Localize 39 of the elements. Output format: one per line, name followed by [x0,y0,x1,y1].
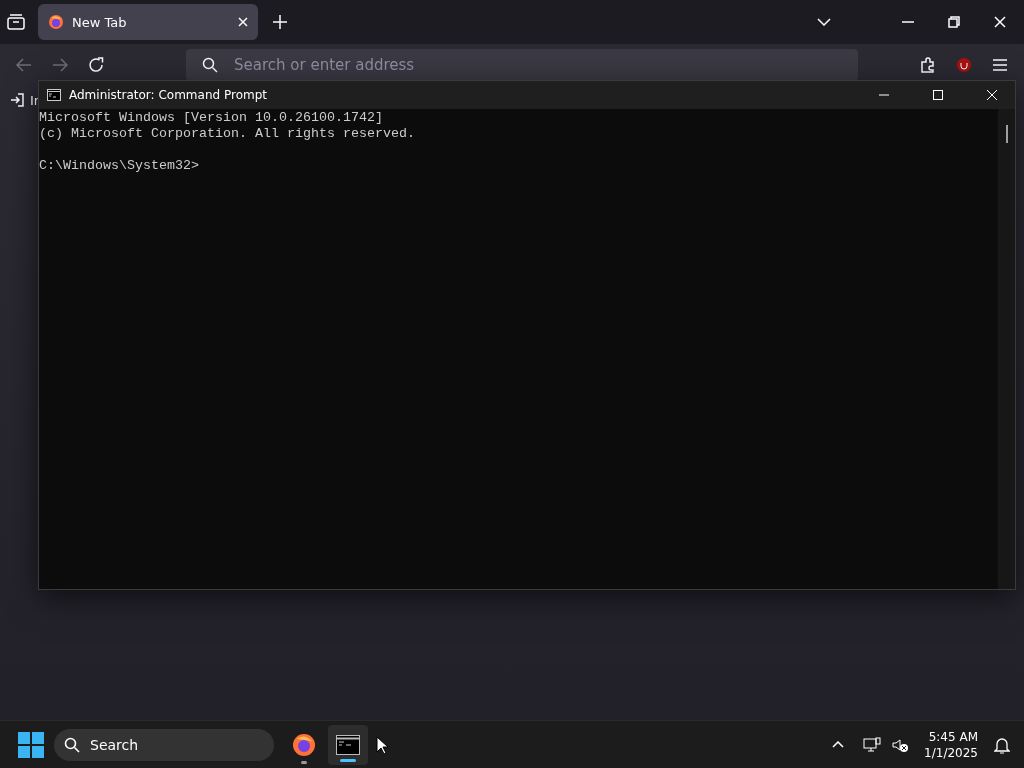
tab-list-icon[interactable] [7,14,25,30]
bookmark-label[interactable]: Ir [30,92,40,108]
close-icon[interactable] [987,90,997,100]
console-output: (c) Microsoft Corporation. All rights reserved. [39,126,415,141]
mouse-pointer-icon [376,735,388,754]
window-title: Administrator: Command Prompt [69,88,268,102]
close-icon[interactable] [994,16,1006,28]
console-output: Microsoft Windows [Version 10.0.26100.1742] [39,110,383,125]
console-icon [47,89,61,101]
search-icon [202,57,218,73]
forward-arrow-icon[interactable] [52,58,68,72]
bell-icon[interactable] [994,735,1010,754]
back-arrow-icon[interactable] [16,58,32,72]
firefox-icon[interactable] [292,732,316,757]
menu-icon[interactable] [993,59,1007,71]
search-icon [64,736,80,753]
address-bar[interactable]: Search or enter address [186,49,858,81]
search-field[interactable]: Search [54,728,274,761]
scrollbar[interactable] [998,109,1015,589]
clock[interactable]: 5:45 AM 1/1/2025 [924,728,978,761]
windows-start-icon[interactable] [18,731,44,758]
clock-date: 1/1/2025 [924,744,978,761]
reload-icon[interactable] [88,57,104,73]
clock-time: 5:45 AM [928,728,978,745]
close-icon[interactable] [238,17,248,27]
taskbar-app[interactable] [328,724,368,765]
chevron-up-icon[interactable] [832,741,845,748]
command-prompt[interactable]: C:\Windows\System32> [39,158,199,173]
monitor-icon[interactable] [863,736,882,753]
maximize-icon[interactable] [933,90,943,100]
chevron-down-icon[interactable] [817,18,831,26]
speaker-muted-icon[interactable] [891,736,910,753]
puzzle-piece-icon[interactable] [920,57,936,73]
sign-in-icon [10,93,24,107]
console-icon [336,734,360,755]
firefox-icon[interactable] [48,14,64,30]
new-tab-icon[interactable] [273,15,287,29]
restore-icon[interactable] [948,16,960,28]
browser-tab[interactable]: New Tab [38,4,258,40]
